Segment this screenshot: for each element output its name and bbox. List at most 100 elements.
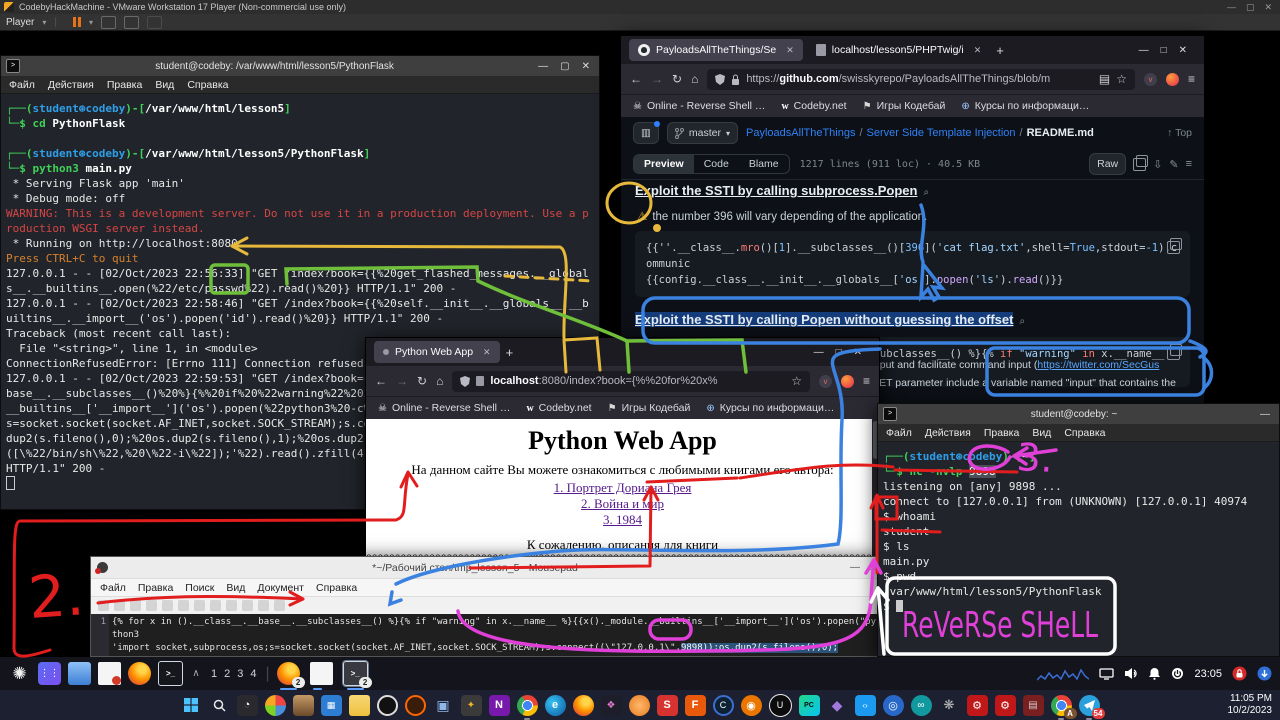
firefox[interactable] bbox=[573, 695, 594, 716]
fullscreen-button[interactable] bbox=[124, 16, 139, 29]
pwa-tab-close-icon[interactable]: ✕ bbox=[483, 347, 491, 358]
ff1-minimize-icon[interactable]: — bbox=[1139, 45, 1149, 56]
maps-app[interactable]: ◎ bbox=[883, 695, 904, 716]
terminal1-minimize-icon[interactable]: — bbox=[538, 61, 548, 72]
copy-file-icon[interactable] bbox=[1133, 158, 1146, 171]
terminal2-minimize-icon[interactable]: — bbox=[1260, 409, 1270, 420]
volume-icon[interactable] bbox=[1124, 667, 1138, 680]
blender[interactable]: ◉ bbox=[741, 695, 762, 716]
arduino[interactable]: ∞ bbox=[911, 695, 932, 716]
task-firefox[interactable]: 2 bbox=[277, 662, 300, 685]
menu-item[interactable]: Правка bbox=[107, 79, 142, 91]
breadcrumb-folder[interactable]: Server Side Template Injection bbox=[867, 127, 1016, 139]
menu-item[interactable]: Документ bbox=[257, 582, 304, 594]
view-switcher[interactable]: Preview Code Blame bbox=[633, 154, 790, 174]
red-card-app[interactable]: ▤ bbox=[1023, 695, 1044, 716]
pwa-back-icon[interactable]: ← bbox=[375, 374, 387, 388]
panel-collapse[interactable]: ∧ bbox=[190, 662, 202, 685]
urlbar-github[interactable]: https://github.com/swisskyrepo/PayloadsA… bbox=[707, 69, 1135, 90]
menu-item[interactable]: Действия bbox=[925, 427, 971, 439]
bookmark-skull[interactable]: Online - Reverse Shell … bbox=[633, 100, 765, 112]
menu-item[interactable]: Поиск bbox=[185, 582, 214, 594]
ff1-close-icon[interactable]: ✕ bbox=[1179, 45, 1187, 56]
menu-item[interactable]: Правка bbox=[984, 427, 1019, 439]
vmware-maximize-icon[interactable]: ▢ bbox=[1246, 2, 1255, 13]
tab-code[interactable]: Code bbox=[694, 155, 739, 173]
pwa-home-icon[interactable]: ⌂ bbox=[436, 374, 443, 388]
raw-button[interactable]: Raw bbox=[1089, 153, 1126, 175]
branch-button[interactable]: master ▾ bbox=[667, 122, 738, 144]
workspace-2[interactable]: 2 bbox=[222, 668, 232, 680]
menu-item[interactable]: Вид bbox=[155, 79, 174, 91]
chrome-profile[interactable]: A bbox=[1051, 695, 1072, 716]
copy-code-icon[interactable] bbox=[1167, 241, 1180, 254]
vmware-workstation[interactable]: ✦ bbox=[461, 695, 482, 716]
terminal1-maximize-icon[interactable]: ▢ bbox=[560, 61, 569, 72]
pause-button[interactable] bbox=[73, 17, 81, 27]
sidebar-toggle-button[interactable]: ▥ bbox=[633, 122, 659, 144]
pocket-icon[interactable]: v bbox=[1144, 73, 1157, 86]
edge[interactable]: e bbox=[545, 695, 566, 716]
menu-item[interactable]: Файл bbox=[886, 427, 912, 439]
bookmark-flag[interactable]: Игры Кодебай bbox=[863, 100, 946, 112]
mousepad-editor[interactable]: 1 {% for x in ().__class__.__base__.__su… bbox=[91, 614, 884, 656]
pwa-reload-icon[interactable]: ↻ bbox=[417, 374, 427, 388]
new-tab-button[interactable]: + bbox=[996, 43, 1004, 58]
red-gear-app-1[interactable]: ⚙ bbox=[967, 695, 988, 716]
file-manager-launcher[interactable] bbox=[68, 662, 91, 685]
heading-popen-no-offset[interactable]: Exploit the SSTI by calling Popen withou… bbox=[635, 312, 1013, 327]
gauge-app[interactable]: ◔ bbox=[237, 695, 258, 716]
vmware-close-icon[interactable]: ✕ bbox=[1264, 2, 1272, 13]
redo-icon[interactable] bbox=[194, 600, 205, 611]
tab2-close-icon[interactable]: ✕ bbox=[974, 45, 982, 56]
menu-item[interactable]: Справка bbox=[316, 582, 357, 594]
start-button[interactable] bbox=[181, 695, 202, 716]
bookmark-skull[interactable]: Online - Reverse Shell … bbox=[378, 402, 510, 414]
book-link[interactable]: 3. 1984 bbox=[366, 512, 879, 528]
vmware-player-menu[interactable]: Player bbox=[6, 17, 34, 28]
menu-item[interactable]: Вид bbox=[1032, 427, 1051, 439]
bookmark-globe[interactable]: Курсы по информаци… bbox=[706, 402, 834, 414]
book-link[interactable]: 2. Война и мир bbox=[366, 496, 879, 512]
forward-icon[interactable]: → bbox=[651, 72, 663, 86]
save-icon[interactable] bbox=[130, 600, 141, 611]
windows-clock[interactable]: 11:05 PM 10/2/2023 bbox=[1228, 693, 1273, 717]
reader-mode-icon[interactable]: ▤ bbox=[1099, 72, 1110, 86]
wolf-app[interactable]: ❋ bbox=[939, 695, 960, 716]
bookmark-flag[interactable]: Игры Кодебай bbox=[608, 402, 691, 414]
menu-item[interactable]: Вид bbox=[226, 582, 245, 594]
mousepad-maximize-icon[interactable]: □ bbox=[870, 562, 876, 573]
book-link[interactable]: 1. Портрет Дориана Грея bbox=[366, 480, 879, 496]
pwa-bookmark-star-icon[interactable]: ☆ bbox=[791, 374, 802, 388]
cut-icon[interactable] bbox=[210, 600, 221, 611]
bookmark-star-icon[interactable]: ☆ bbox=[1116, 72, 1127, 86]
mousepad-minimize-icon[interactable]: — bbox=[850, 562, 860, 573]
tab1-close-icon[interactable]: ✕ bbox=[786, 45, 794, 56]
fl-studio[interactable] bbox=[629, 695, 650, 716]
urlbar-pwa[interactable]: localhost:8080/index?book={%%20for%20x% … bbox=[452, 371, 810, 392]
ring-app[interactable] bbox=[377, 695, 398, 716]
task-mousepad[interactable] bbox=[310, 662, 333, 685]
send-cad-button[interactable] bbox=[101, 16, 116, 29]
menu-item[interactable]: Файл bbox=[100, 582, 126, 594]
undo-icon[interactable] bbox=[178, 600, 189, 611]
menu-item[interactable]: Правка bbox=[138, 582, 173, 594]
reload-icon[interactable]: ↻ bbox=[672, 72, 682, 86]
terminal1-titlebar[interactable]: > student@codeby: /var/www/html/lesson5/… bbox=[1, 56, 599, 76]
replace-icon[interactable] bbox=[274, 600, 285, 611]
close-file-icon[interactable] bbox=[162, 600, 173, 611]
anchor-link-icon[interactable]: ⌕ bbox=[923, 187, 929, 198]
tab-localhost-phptwig[interactable]: localhost/lesson5/PHPTwig/i ✕ bbox=[807, 39, 990, 61]
updates-icon[interactable] bbox=[1257, 666, 1272, 681]
bookmark-w[interactable]: Codeby.net bbox=[526, 402, 591, 414]
photos-app[interactable] bbox=[265, 695, 286, 716]
firefox-account-icon[interactable] bbox=[1166, 73, 1179, 86]
terminal1-close-icon[interactable]: ✕ bbox=[582, 61, 590, 72]
save-as-icon[interactable] bbox=[146, 600, 157, 611]
cinema4d[interactable]: C bbox=[713, 695, 734, 716]
orange-ring-app[interactable] bbox=[405, 695, 426, 716]
menu-item[interactable]: Справка bbox=[187, 79, 228, 91]
pwa-pocket-icon[interactable]: v bbox=[819, 375, 832, 388]
pwa-minimize-icon[interactable]: — bbox=[814, 347, 824, 358]
vmware-window-controls[interactable]: — ▢ ✕ bbox=[1227, 2, 1280, 13]
